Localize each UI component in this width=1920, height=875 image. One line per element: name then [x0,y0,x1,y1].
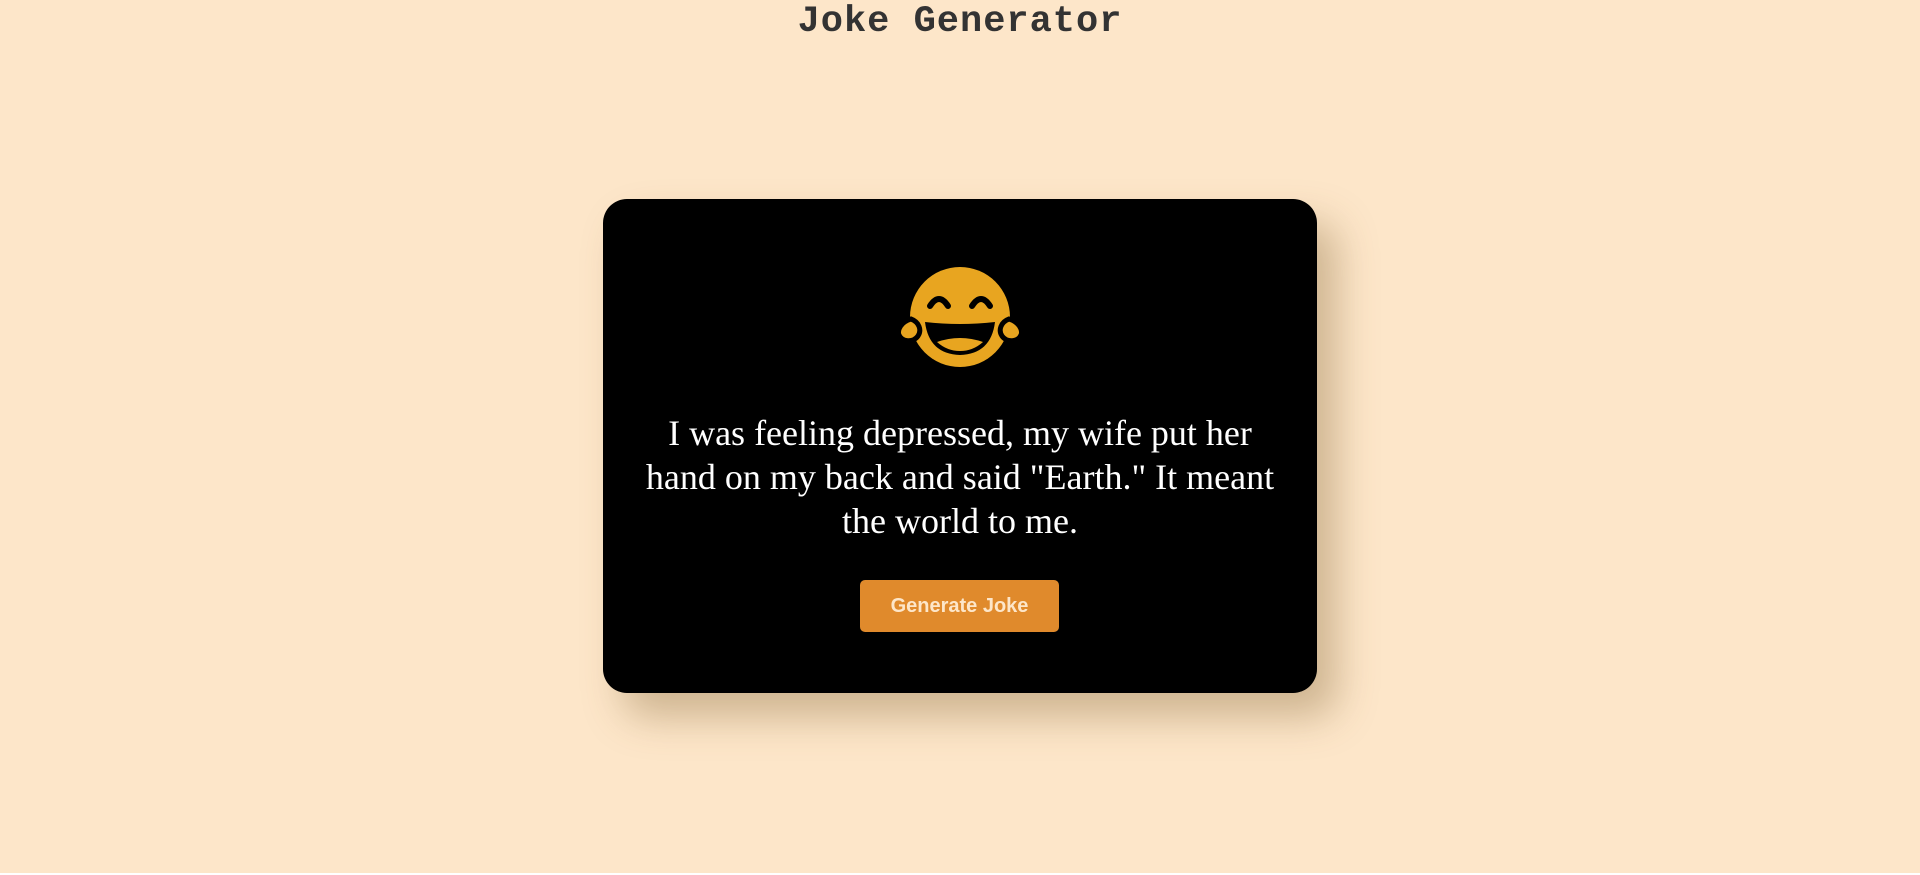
generate-joke-button[interactable]: Generate Joke [860,580,1059,632]
page-title: Joke Generator [797,1,1123,43]
joke-text: I was feeling depressed, my wife put her… [645,413,1275,541]
joke-card: I was feeling depressed, my wife put her… [603,199,1317,693]
face-with-tears-of-joy-icon [897,264,1023,370]
